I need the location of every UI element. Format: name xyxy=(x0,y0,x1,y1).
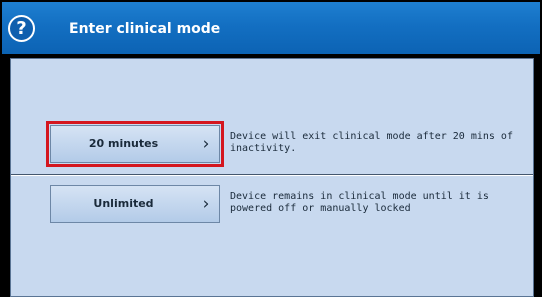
options-panel: 20 minutes › Device will exit clinical m… xyxy=(10,58,534,297)
divider xyxy=(11,174,533,176)
twenty-minutes-label: 20 minutes xyxy=(88,137,159,150)
chevron-right-icon: › xyxy=(202,194,210,214)
unlimited-description: Device remains in clinical mode until it… xyxy=(230,191,489,214)
unlimited-button[interactable]: Unlimited › xyxy=(50,185,220,223)
clinical-mode-dialog: ? Enter clinical mode 20 minutes › Devic… xyxy=(0,0,542,297)
chevron-right-icon: › xyxy=(202,134,210,154)
title-bar: ? Enter clinical mode xyxy=(2,2,540,54)
unlimited-label: Unlimited xyxy=(93,197,154,210)
twenty-minutes-description: Device will exit clinical mode after 20 … xyxy=(230,131,513,154)
twenty-minutes-button[interactable]: 20 minutes › xyxy=(50,125,220,163)
help-icon[interactable]: ? xyxy=(8,15,35,42)
dialog-title: Enter clinical mode xyxy=(69,21,221,37)
